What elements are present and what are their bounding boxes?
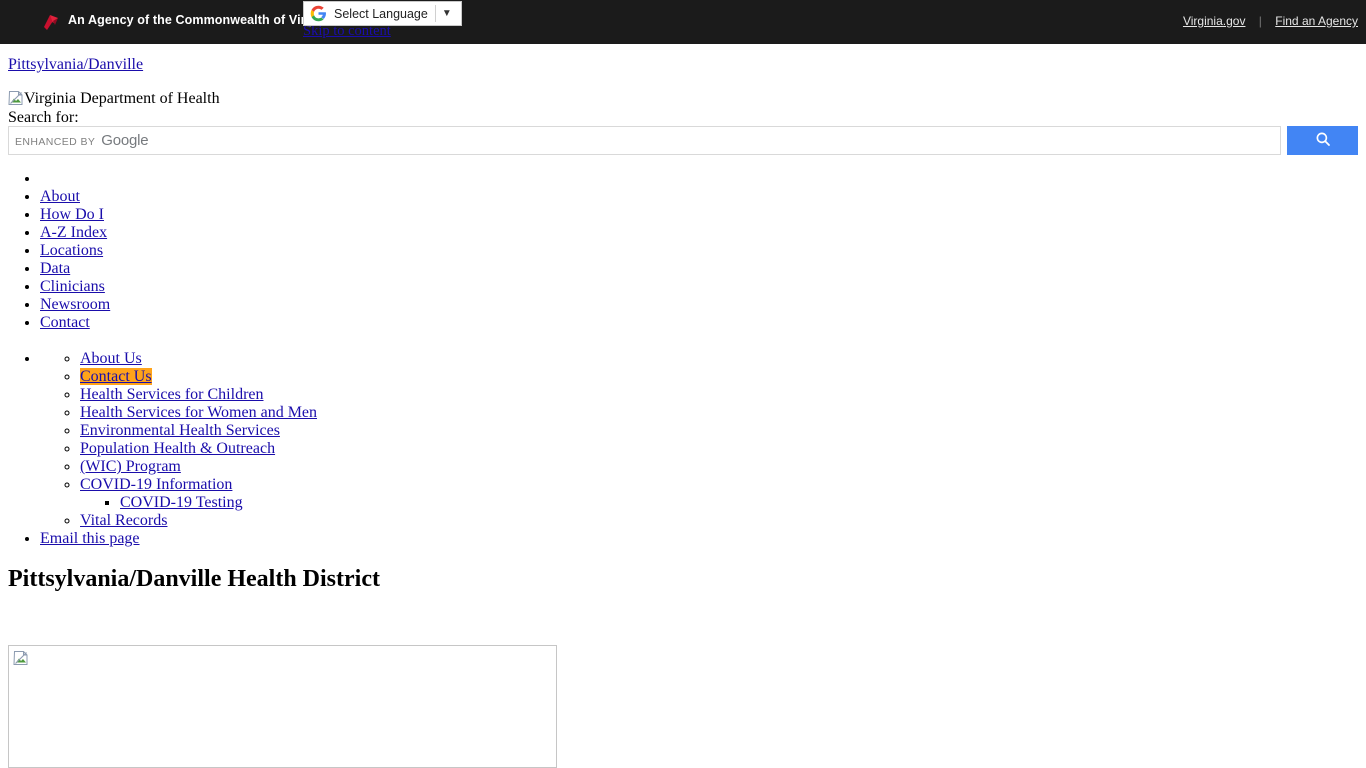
sub-item-health-services-women-men[interactable]: Health Services for Women and Men	[80, 404, 700, 422]
search-icon	[1314, 130, 1332, 151]
sub-item-health-services-children[interactable]: Health Services for Children	[80, 386, 700, 404]
site-logo-alt-text: Virginia Department of Health	[24, 90, 220, 107]
sub-link-contact-us[interactable]: Contact Us	[80, 368, 152, 385]
nav-item-locations[interactable]: Locations	[40, 242, 700, 260]
sub-item-about-us[interactable]: About Us	[80, 350, 700, 368]
sub-item-vital-records[interactable]: Vital Records	[80, 512, 700, 530]
nav-item-about[interactable]: About	[40, 188, 700, 206]
page-title: Pittsylvania/Danville Health District	[8, 566, 380, 592]
search-row: ENHANCED BY Google	[8, 126, 1358, 155]
google-branding-watermark: ENHANCED BY Google	[15, 132, 149, 149]
nav-link-how-do-i[interactable]: How Do I	[40, 206, 104, 223]
nav-item-empty	[40, 170, 700, 188]
secondary-nav-list: About Us Contact Us Health Services for …	[0, 350, 700, 548]
virginia-cardinal-logo-icon	[41, 11, 63, 33]
nav-item-clinicians[interactable]: Clinicians	[40, 278, 700, 296]
translate-divider	[434, 5, 436, 22]
navigation-block: About How Do I A-Z Index Locations Data …	[0, 170, 700, 548]
sub-item-covid-19-information[interactable]: COVID-19 Information COVID-19 Testing	[80, 476, 700, 512]
nav-link-data[interactable]: Data	[40, 260, 70, 277]
gov-bar-links: Virginia.gov | Find an Agency	[1183, 14, 1358, 28]
agency-tagline: An Agency of the Commonwealth of Virgini…	[68, 13, 336, 27]
sub-link-vital-records[interactable]: Vital Records	[80, 512, 167, 529]
select-language-label: Select Language	[334, 6, 428, 21]
subsub-link-covid-19-testing[interactable]: COVID-19 Testing	[120, 494, 243, 511]
commonwealth-gov-bar: An Agency of the Commonwealth of Virgini…	[0, 0, 1366, 44]
hero-image-placeholder	[8, 645, 557, 768]
sub-link-health-services-children[interactable]: Health Services for Children	[80, 386, 264, 403]
nav-item-a-z-index[interactable]: A-Z Index	[40, 224, 700, 242]
primary-nav-list: About How Do I A-Z Index Locations Data …	[0, 170, 700, 332]
sub-item-contact-us[interactable]: Contact Us	[80, 368, 700, 386]
search-input[interactable]: ENHANCED BY Google	[8, 126, 1281, 155]
sub-link-population-health[interactable]: Population Health & Outreach	[80, 440, 275, 457]
sub-item-wic-program[interactable]: (WIC) Program	[80, 458, 700, 476]
secondary-nav-group: About Us Contact Us Health Services for …	[40, 350, 700, 530]
search-label: Search for:	[8, 109, 79, 126]
search-button[interactable]	[1287, 126, 1358, 155]
sub-item-environmental-health[interactable]: Environmental Health Services	[80, 422, 700, 440]
nav-link-locations[interactable]: Locations	[40, 242, 103, 259]
email-this-page-link[interactable]: Email this page	[40, 530, 140, 547]
nav-link-about[interactable]: About	[40, 188, 80, 205]
find-an-agency-link[interactable]: Find an Agency	[1275, 14, 1358, 28]
gov-links-separator: |	[1258, 14, 1262, 28]
enhanced-by-label: ENHANCED BY	[15, 136, 96, 148]
sub-item-population-health[interactable]: Population Health & Outreach	[80, 440, 700, 458]
site-logo[interactable]: Virginia Department of Health	[8, 90, 220, 108]
nav-link-a-z-index[interactable]: A-Z Index	[40, 224, 107, 241]
nav-link-clinicians[interactable]: Clinicians	[40, 278, 105, 295]
broken-image-icon	[8, 90, 24, 106]
sub-link-environmental-health[interactable]: Environmental Health Services	[80, 422, 280, 439]
nav-item-newsroom[interactable]: Newsroom	[40, 296, 700, 314]
google-g-icon	[310, 5, 327, 22]
sub-link-wic-program[interactable]: (WIC) Program	[80, 458, 181, 475]
sub-link-health-services-women-men[interactable]: Health Services for Women and Men	[80, 404, 317, 421]
broken-image-icon	[13, 650, 29, 666]
virginia-gov-link[interactable]: Virginia.gov	[1183, 14, 1245, 28]
subsub-item-covid-19-testing[interactable]: COVID-19 Testing	[120, 494, 700, 512]
nav-item-email-this-page[interactable]: Email this page	[40, 530, 700, 548]
nav-item-how-do-i[interactable]: How Do I	[40, 206, 700, 224]
nav-link-contact[interactable]: Contact	[40, 314, 90, 331]
chevron-down-icon[interactable]: ▼	[442, 8, 452, 19]
sub-link-covid-19-information[interactable]: COVID-19 Information	[80, 476, 232, 493]
covid-sub-list: COVID-19 Testing	[80, 494, 700, 512]
google-wordmark: Google	[101, 132, 149, 149]
select-language-widget[interactable]: Select Language ▼	[303, 1, 462, 26]
breadcrumb: Pittsylvania/Danville	[8, 56, 143, 74]
sub-link-about-us[interactable]: About Us	[80, 350, 142, 367]
nav-link-newsroom[interactable]: Newsroom	[40, 296, 110, 313]
nav-list-spacer	[0, 332, 700, 350]
district-services-list: About Us Contact Us Health Services for …	[40, 350, 700, 530]
breadcrumb-link-district[interactable]: Pittsylvania/Danville	[8, 56, 143, 73]
nav-item-data[interactable]: Data	[40, 260, 700, 278]
nav-item-contact[interactable]: Contact	[40, 314, 700, 332]
